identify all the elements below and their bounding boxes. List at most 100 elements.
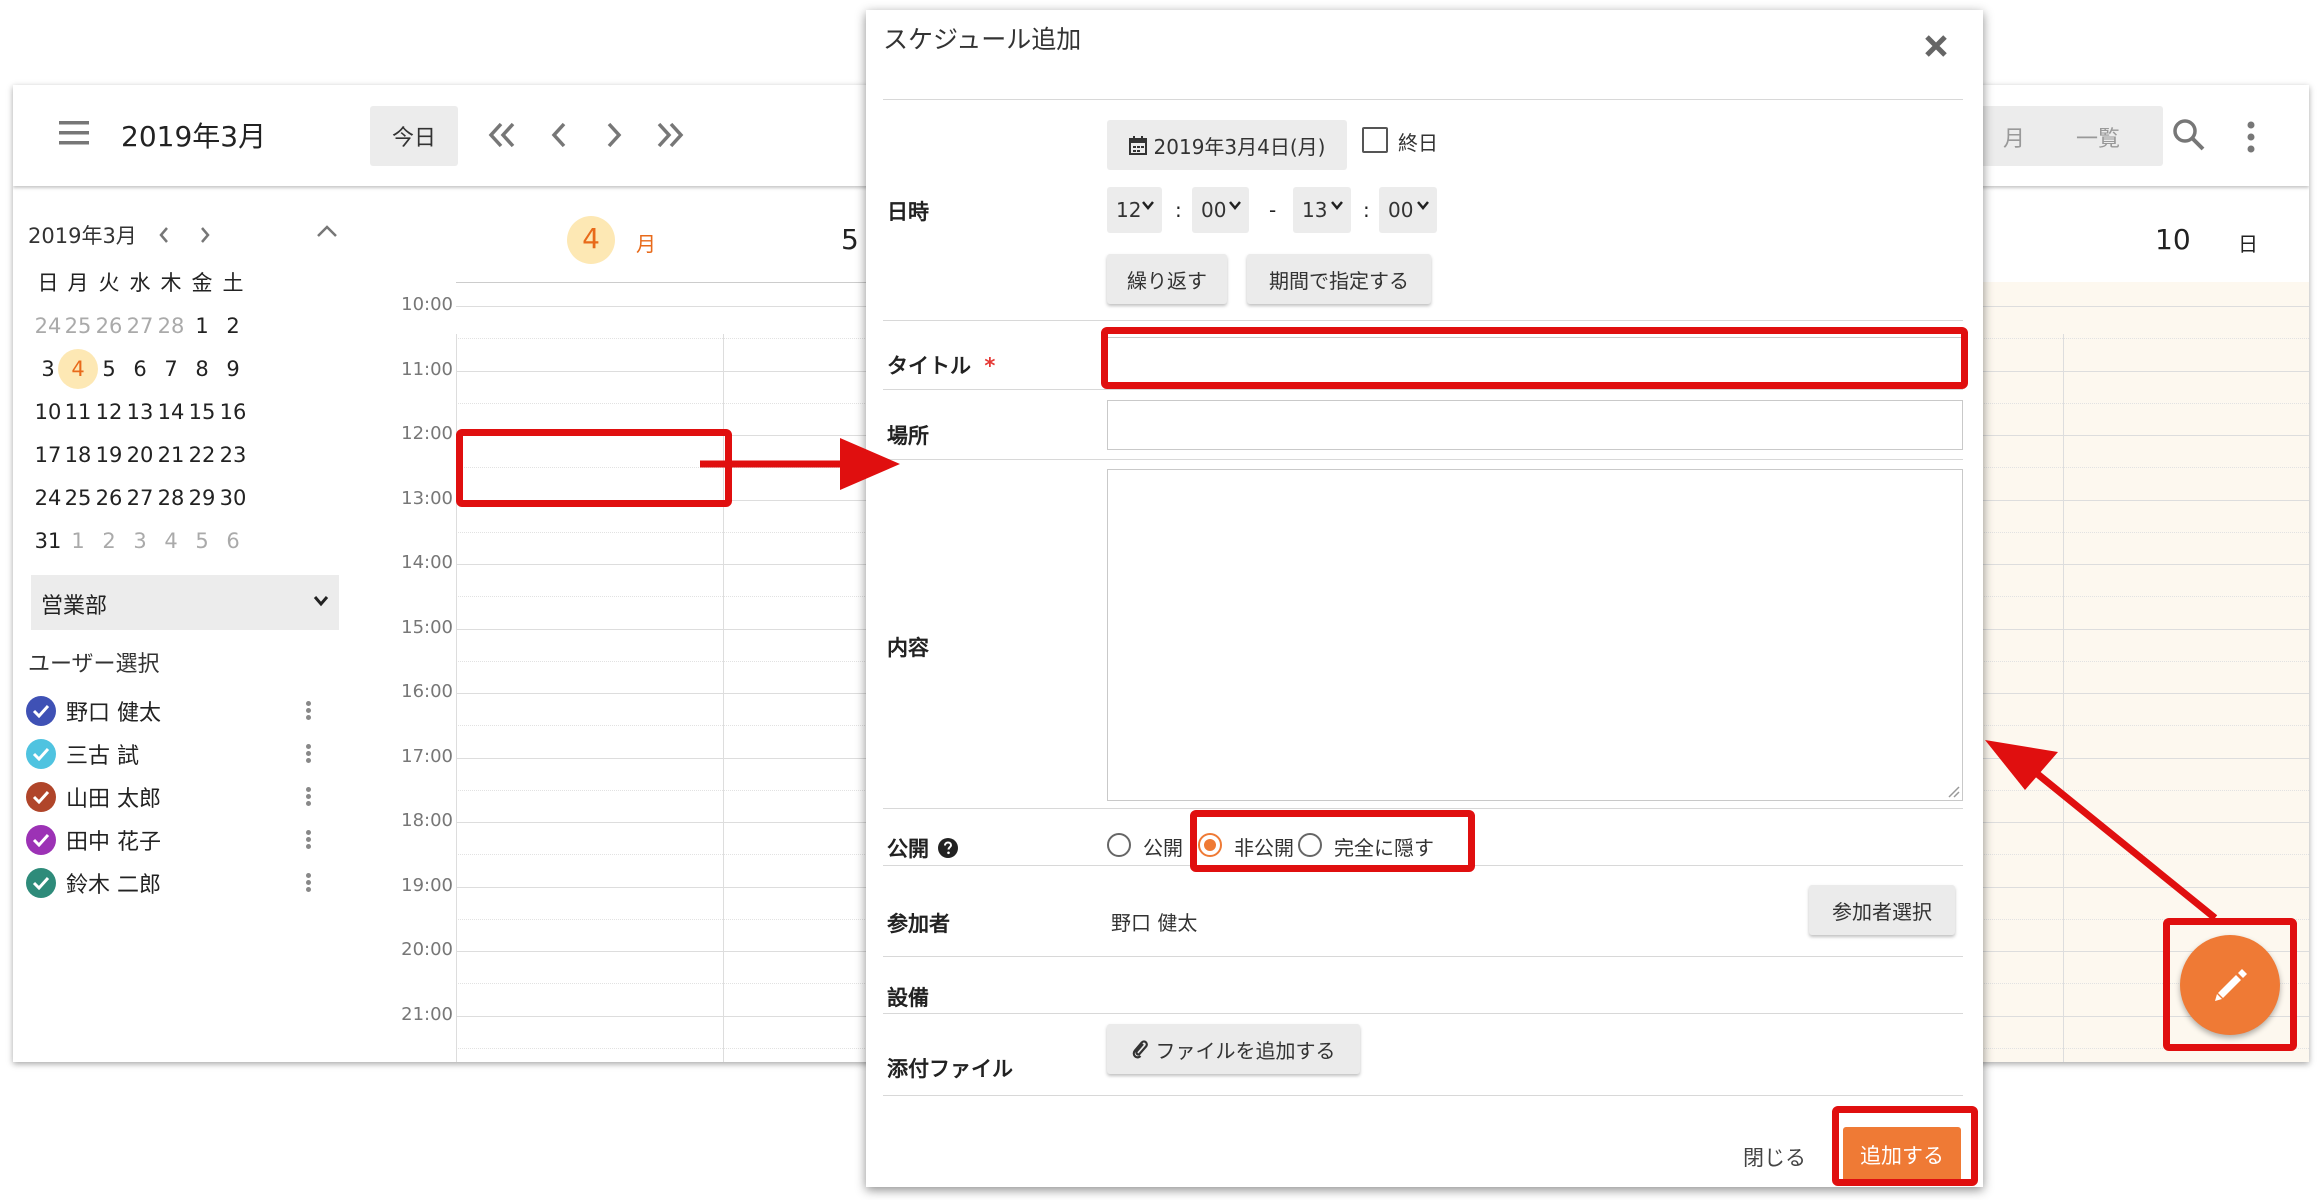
divider [883,459,1963,460]
add-file-label: ファイルを追加する [1155,1038,1336,1063]
visibility-public-label: 公開 [1143,836,1183,860]
allday-label: 終日 [1398,131,1438,155]
hour-label: 21:00 [401,1003,453,1025]
double-chevron-right-icon[interactable] [656,122,684,148]
mini-weekday-header: 土 [222,271,244,295]
add-file-button[interactable]: ファイルを追加する [1107,1024,1360,1074]
title-label: タイトル * [887,350,995,380]
public-label: 公開 [887,833,958,863]
user-item[interactable]: 山田 太郎 [26,777,161,817]
search-icon[interactable] [2172,118,2206,152]
checkmark-icon[interactable] [26,825,56,855]
divider [883,1013,1963,1014]
close-button[interactable]: 閉じる [1743,1142,1806,1172]
user-item[interactable]: 鈴木 二郎 [26,863,161,903]
mini-prev-icon[interactable] [158,226,170,244]
chevron-left-icon[interactable] [551,122,567,148]
mini-day[interactable]: 9 [213,349,253,389]
chevron-down-icon [1142,201,1154,210]
mini-day[interactable]: 16 [213,392,253,432]
checkmark-icon[interactable] [26,868,56,898]
attachment-label: 添付ファイル [887,1057,1013,1081]
checkmark-icon[interactable] [26,739,56,769]
title-divider [883,99,1963,100]
chevron-down-icon [1417,201,1429,210]
day4-number[interactable]: 4 [567,222,615,255]
day-column-line [2063,334,2064,1062]
user-kebab-icon[interactable] [306,742,312,765]
start-hour-select[interactable]: 12 [1107,187,1162,233]
hour-label: 13:00 [401,487,453,509]
resize-handle-icon[interactable] [1948,786,1960,798]
checkmark-icon[interactable] [26,782,56,812]
chevron-down-icon [313,596,329,607]
checkmark-icon[interactable] [26,696,56,726]
allday-checkbox[interactable] [1362,127,1388,153]
visibility-public-radio[interactable] [1107,833,1131,857]
view-month-button[interactable]: 月 [2003,121,2025,153]
day10-number[interactable]: 10 [2155,223,2191,256]
user-kebab-icon[interactable] [306,871,312,894]
end-minute-value: 00 [1388,198,1414,222]
user-item[interactable]: 野口 健太 [26,691,161,731]
hour-label: 18:00 [401,810,453,831]
participants-label: 参加者 [887,912,950,936]
close-icon[interactable] [1924,34,1948,58]
view-list-button[interactable]: 一覧 [2076,121,2120,153]
new-schedule-fab[interactable] [2180,935,2280,1035]
user-name: 三古 試 [66,744,139,769]
kebab-icon[interactable] [2247,121,2255,153]
datetime-label: 日時 [887,200,929,224]
group-select-value: 営業部 [41,594,108,619]
start-hour-value: 12 [1116,198,1142,222]
menu-icon[interactable] [59,120,89,146]
end-hour-value: 13 [1302,198,1328,222]
mini-day[interactable]: 23 [213,435,253,475]
today-button[interactable]: 今日 [370,106,458,166]
date-picker-button[interactable]: 2019年3月4日(月) [1107,120,1347,170]
user-kebab-icon[interactable] [306,828,312,851]
hour-label: 12:00 [401,423,453,444]
mini-day[interactable]: 30 [213,478,253,518]
period-button[interactable]: 期間で指定する [1247,254,1431,304]
user-kebab-icon[interactable] [306,699,312,722]
divider [883,808,1963,809]
hour-label: 14:00 [401,552,453,573]
visibility-highlight [1190,810,1475,872]
content-textarea[interactable] [1107,469,1963,801]
day5-number[interactable]: 5 [841,223,859,256]
select-participants-button[interactable]: 参加者選択 [1809,885,1955,935]
place-input[interactable] [1107,400,1963,450]
double-chevron-left-icon[interactable] [488,122,516,148]
equipment-label: 設備 [887,986,929,1010]
hour-label: 11:00 [401,358,453,380]
mini-day[interactable]: 6 [213,521,253,561]
question-icon[interactable] [938,838,958,858]
user-kebab-icon[interactable] [306,785,312,808]
required-mark: * [984,354,996,378]
hour-label: 10:00 [401,294,453,315]
hour-label: 17:00 [401,745,453,767]
mini-calendar-title: 2019年3月 [28,224,137,248]
user-item[interactable]: 田中 花子 [26,820,161,860]
participant-name: 野口 健太 [1111,911,1198,935]
title-label-text: タイトル [887,354,971,378]
view-switch [1963,106,2163,166]
mini-next-icon[interactable] [199,226,211,244]
time-dash: - [1269,198,1277,222]
chevron-right-icon[interactable] [606,122,622,148]
sidebar: 2019年3月 日月火水木金土 24 25 26 27 28 1 2 3 4 5 6 7 8 9 10 11 12… [13,186,353,1062]
month-title: 2019年3月 [121,120,267,153]
start-minute-select[interactable]: 00 [1192,187,1249,233]
collapse-icon[interactable] [316,224,338,238]
end-hour-select[interactable]: 13 [1293,187,1351,233]
group-select[interactable]: 営業部 [31,575,339,630]
selected-timeslot-highlight [456,429,732,507]
repeat-button[interactable]: 繰り返す [1107,254,1227,304]
end-minute-select[interactable]: 00 [1379,187,1437,233]
mini-day[interactable]: 2 [213,306,253,346]
divider [883,956,1963,957]
pencil-icon [2215,969,2247,1001]
dialog-title: スケジュール追加 [883,25,1082,54]
user-item[interactable]: 三古 試 [26,734,139,774]
